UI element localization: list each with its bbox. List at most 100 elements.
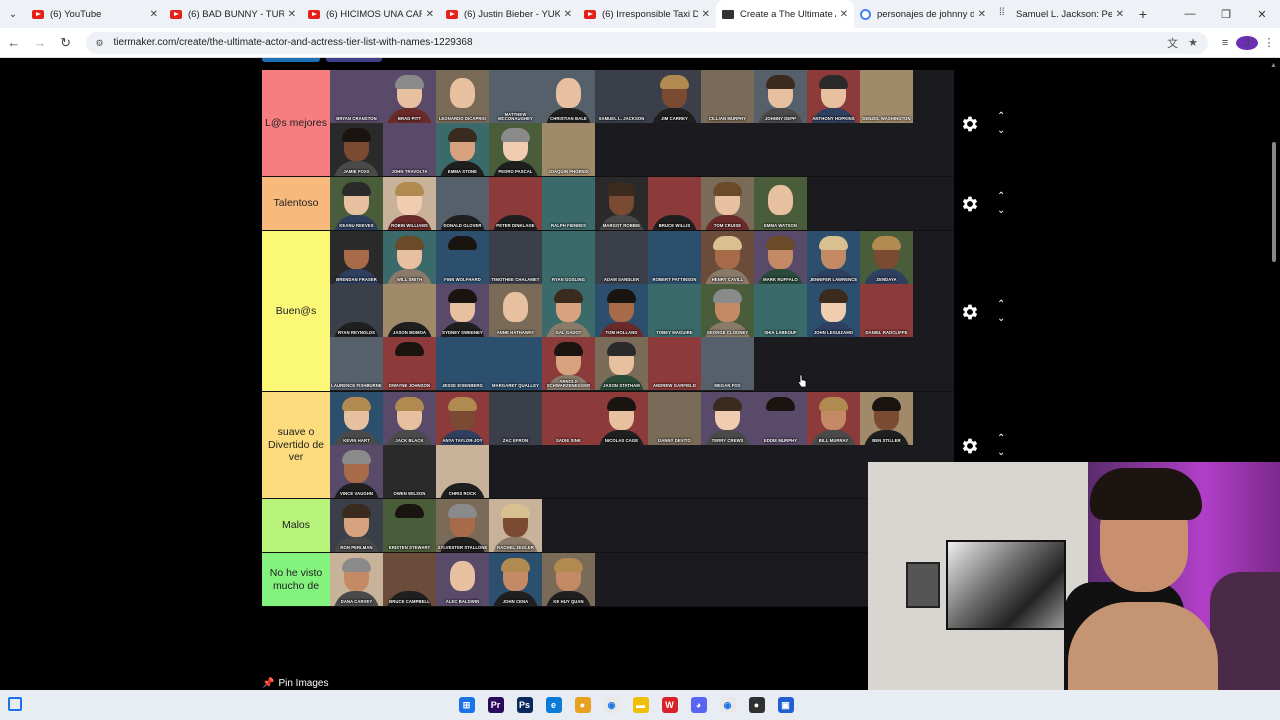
app-blue-icon[interactable]: ▣ [773, 693, 798, 717]
back-icon[interactable]: ← [2, 31, 26, 55]
restore-icon[interactable]: ❐ [1208, 0, 1244, 28]
tier-item-card[interactable]: GAL GADOT [542, 284, 595, 337]
move-down-icon[interactable]: ⌄ [997, 447, 1005, 458]
scroll-thumb[interactable] [1272, 142, 1276, 262]
tab-search-chevron-icon[interactable]: ⌄ [0, 0, 26, 28]
tier-label[interactable]: Talentoso [262, 177, 330, 230]
widgets-icon[interactable] [8, 697, 22, 711]
translate-icon[interactable]: 文 [1167, 35, 1178, 51]
menu-dots-icon[interactable]: ⋮ [1258, 36, 1280, 49]
tier-item-card[interactable]: TOM HOLLAND [595, 284, 648, 337]
chrome-alt-icon[interactable]: ◉ [715, 693, 740, 717]
tier-item-card[interactable]: KEANU REEVES [330, 177, 383, 230]
photoshop-icon[interactable]: Ps [512, 693, 537, 717]
tier-item-card[interactable]: BILL MURRAY [807, 392, 860, 445]
close-tab-icon[interactable]: ✕ [150, 9, 158, 20]
tier-item-card[interactable]: TERRY CREWS [701, 392, 754, 445]
close-tab-icon[interactable]: ✕ [978, 9, 986, 20]
tier-item-card[interactable]: BRYAN CRANSTON [330, 70, 383, 123]
tier-item-card[interactable]: JOHN CENA [489, 553, 542, 606]
tier-item-card[interactable]: BRENDAN FRASER [330, 231, 383, 284]
tier-item-card[interactable]: WILL SMITH [383, 231, 436, 284]
tier-item-card[interactable]: MATTHEW MCCONAUGHEY [489, 70, 542, 123]
tier-item-card[interactable]: KE HUY QUAN [542, 553, 595, 606]
scroll-up-icon[interactable]: ▲ [1270, 62, 1277, 69]
browser-tab[interactable]: (6) BAD BUNNY - TURISTA ✕ [164, 0, 302, 28]
close-tab-icon[interactable]: ✕ [426, 9, 434, 20]
tier-item-card[interactable]: PEDRO PASCAL [489, 123, 542, 176]
tier-item-card[interactable]: ZENDAYA [860, 231, 913, 284]
tier-item-card[interactable]: EDDIE MURPHY [754, 392, 807, 445]
chrome-icon[interactable]: ◉ [599, 693, 624, 717]
tier-label[interactable]: suave o Divertido de ver [262, 392, 330, 498]
tier-item-card[interactable]: VINCE VAUGHN [330, 445, 383, 498]
tier-item-card[interactable]: ALEC BALDWIN [436, 553, 489, 606]
close-tab-icon[interactable]: ✕ [564, 9, 572, 20]
tier-item-card[interactable]: KEVIN HART [330, 392, 383, 445]
url-field[interactable]: ⚙ tiermaker.com/create/the-ultimate-acto… [85, 31, 1209, 54]
tier-item-card[interactable]: JENNIFER LAWRENCE [807, 231, 860, 284]
tier-item-card[interactable]: RON PERLMAN [330, 499, 383, 552]
tier-item-card[interactable]: SADIE SINK [542, 392, 595, 445]
move-up-icon[interactable]: ⌃ [997, 433, 1005, 444]
tier-item-card[interactable]: JOHNNY DEPP [754, 70, 807, 123]
reload-icon[interactable]: ↻ [54, 31, 78, 55]
tier-items-area[interactable]: KEANU REEVES ROBIN WILLIAMS DONALD GLOVER P… [330, 177, 954, 230]
tier-item-card[interactable]: JIM CARREY [648, 70, 701, 123]
tier-item-card[interactable]: LAURENCE FISHBURNE [330, 337, 383, 390]
tier-items-area[interactable]: BRENDAN FRASER WILL SMITH FINN WOLFHARD TIM… [330, 231, 954, 391]
tier-item-card[interactable]: ZAC EFRON [489, 392, 542, 445]
tier-item-card[interactable]: CILLIAN MURPHY [701, 70, 754, 123]
tier-item-card[interactable]: SAMUEL L. JACKSON [595, 70, 648, 123]
forward-icon[interactable]: → [28, 31, 52, 55]
premiere-icon[interactable]: Pr [483, 693, 508, 717]
tier-item-card[interactable]: MARK RUFFALO [754, 231, 807, 284]
move-up-icon[interactable]: ⌃ [997, 192, 1005, 202]
tier-item-card[interactable]: BRAD PITT [383, 70, 436, 123]
gear-icon[interactable] [957, 111, 983, 137]
tier-item-card[interactable]: BRUCE CAMPBELL [383, 553, 436, 606]
tier-item-card[interactable]: JAMIE FOXX [330, 123, 383, 176]
tier-item-card[interactable]: EMMA STONE [436, 123, 489, 176]
tier-item-card[interactable]: JOHN TRAVOLTA [383, 123, 436, 176]
tier-item-card[interactable]: SYDNEY SWEENEY [436, 284, 489, 337]
tier-item-card[interactable]: JOAQUIN PHOENIX [542, 123, 595, 176]
tier-item-card[interactable]: NICOLAS CAGE [595, 392, 648, 445]
tier-item-card[interactable]: JASON STATHAM [595, 337, 648, 390]
tier-item-card[interactable]: OWEN WILSON [383, 445, 436, 498]
tier-item-card[interactable]: ANNE HATHAWAY [489, 284, 542, 337]
tier-item-card[interactable]: BRUCE WILLIS [648, 177, 701, 230]
move-down-icon[interactable]: ⌄ [997, 313, 1005, 324]
move-down-icon[interactable]: ⌄ [997, 206, 1005, 216]
tier-item-card[interactable]: MARGOT ROBBIE [595, 177, 648, 230]
tier-item-card[interactable]: FINN WOLFHARD [436, 231, 489, 284]
tier-item-card[interactable]: CHRISTIAN BALE [542, 70, 595, 123]
site-info-icon[interactable]: ⚙ [96, 38, 106, 48]
browser-tab[interactable]: (6) Irresponsible Taxi Drive ✕ [578, 0, 716, 28]
browser-tab[interactable]: personajes de johnny dep ✕ [854, 0, 992, 28]
download-button-edge[interactable] [326, 58, 382, 62]
tier-item-card[interactable]: DENZEL WASHINGTON [860, 70, 913, 123]
wps-icon[interactable]: W [657, 693, 682, 717]
close-tab-icon[interactable]: ✕ [840, 9, 848, 20]
tier-item-card[interactable]: KRISTEN STEWART [383, 499, 436, 552]
media-controls-icon[interactable]: ≡ [1214, 37, 1236, 49]
tier-item-card[interactable]: DANNY DEVITO [648, 392, 701, 445]
tier-item-card[interactable]: SYLVESTER STALLONE [436, 499, 489, 552]
tier-item-card[interactable]: MEGAN FOX [701, 337, 754, 390]
tier-items-area[interactable]: BRYAN CRANSTON BRAD PITT LEONARDO DICAPRIO… [330, 70, 954, 176]
tier-item-card[interactable]: ANTHONY HOPKINS [807, 70, 860, 123]
tier-item-card[interactable]: GEORGE CLOONEY [701, 284, 754, 337]
tier-item-card[interactable]: RYAN REYNOLDS [330, 284, 383, 337]
gear-icon[interactable] [957, 299, 983, 325]
tier-item-card[interactable]: EMMA WATSON [754, 177, 807, 230]
tier-label[interactable]: Malos [262, 499, 330, 552]
bookmark-star-icon[interactable]: ★ [1188, 36, 1198, 49]
browser-tab[interactable]: (6) YouTube ✕ [26, 0, 164, 28]
gear-icon[interactable] [957, 433, 983, 459]
tier-item-card[interactable]: ANDREW GARFIELD [648, 337, 701, 390]
tier-item-card[interactable]: DWAYNE JOHNSON [383, 337, 436, 390]
tier-item-card[interactable]: ANYA TAYLOR-JOY [436, 392, 489, 445]
tier-label[interactable]: L@s mejores [262, 70, 330, 176]
browser-tab[interactable]: Create a The Ultimate Act ✕ [716, 0, 854, 28]
